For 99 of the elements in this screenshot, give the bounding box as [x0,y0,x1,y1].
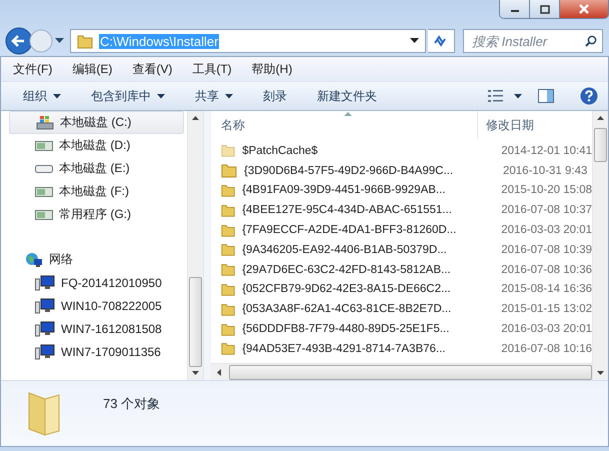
column-header[interactable]: 修改日期 [478,116,534,134]
toolbar-button[interactable]: 新建文件夹 [309,84,385,108]
system-drive-icon [36,115,54,130]
file-name: $PatchCache$ [242,144,319,157]
address-path: C:\Windows\Installer [99,34,220,48]
caret-icon [157,94,165,98]
network-item[interactable]: 网络 [9,248,184,271]
file-name: {052CFB79-9D62-42E3-8A15-DE66C2... [242,283,452,296]
menu-item[interactable]: 查看(V) [132,60,172,78]
file-name: {94AD53E7-493B-4291-8714-7A3B76... [242,342,447,355]
file-row[interactable]: {3D90D6B4-57F5-49D2-966D-B4A99C... 2016-10-31 9:43 [211,160,592,181]
file-row[interactable]: $PatchCache$ 2014-12-01 10:41 [211,141,592,161]
scrollbar[interactable] [187,111,203,380]
file-name: {29A7D6EC-63C2-42FD-8143-5812AB... [242,264,452,276]
address-dropdown-icon[interactable] [410,38,419,44]
file-date: 2015-01-15 13:02 [501,303,592,316]
drive-icon [35,140,53,150]
folder-icon [77,34,93,48]
close-button[interactable] [560,0,608,18]
file-date: 2014-12-01 10:41 [501,144,592,157]
close-icon [578,4,590,14]
toolbar-button[interactable]: 共享 [187,84,241,108]
menu-item[interactable]: 帮助(H) [252,60,292,78]
file-date: 2016-03-03 20:01 [501,323,592,336]
object-count: 73 个对象 [103,395,160,413]
view-caret-icon[interactable] [514,94,522,98]
scrollbar[interactable] [211,363,592,380]
maximize-button[interactable] [530,0,560,18]
scroll-down-icon[interactable] [597,371,604,375]
menu-item[interactable]: 工具(T) [192,60,232,78]
refresh-button[interactable] [428,29,455,53]
computer-icon [35,320,55,336]
computer-item[interactable]: WIN7-1612081508 [9,317,184,340]
file-date: 2016-03-03 20:01 [501,224,592,236]
computer-item[interactable]: WIN7-1709011356 [9,340,184,363]
computer-icon [35,298,55,314]
file-date: 2016-10-31 9:43 [503,164,588,177]
drive-icon [35,186,53,196]
file-name: {4BEE127E-95C4-434D-ABAC-651551... [242,204,453,216]
file-name: {053A3A8F-62A1-4C63-81CE-8B2E7D... [242,303,452,316]
scroll-up-icon[interactable] [597,116,604,120]
minimize-button[interactable] [500,0,530,18]
file-date: 2016-07-08 10:16 [501,342,592,355]
scrollbar[interactable] [592,111,608,380]
computer-icon [35,274,55,290]
search-icon [585,35,597,47]
computer-icon [35,344,55,360]
file-name: {56DDDFB8-7F79-4480-89D5-25E1F5... [242,323,450,336]
scroll-thumb[interactable] [594,128,607,162]
toolbar-button[interactable]: 刻录 [255,84,295,108]
scroll-left-icon[interactable] [217,368,221,376]
file-name: {3D90D6B4-57F5-49D2-966D-B4A99C... [244,164,454,177]
back-button[interactable] [5,27,33,55]
file-date: 2016-07-08 10:37 [501,204,592,216]
drive-item[interactable]: 常用程序 (G:) [9,203,184,226]
drive-item[interactable]: 本地磁盘 (F:) [9,180,184,203]
file-row[interactable]: {94AD53E7-493B-4291-8714-7A3B76... 2016-07-08 10:16 [211,338,592,359]
scroll-thumb[interactable] [229,364,592,380]
scroll-up-icon[interactable] [192,116,199,120]
maximize-icon [540,4,550,14]
view-list-icon[interactable] [488,90,504,102]
drive-item[interactable]: 本地磁盘 (C:) [9,111,184,134]
menu-item[interactable]: 编辑(E) [72,60,112,78]
file-row[interactable]: {4B91FA09-39D9-4451-966B-9929AB... 2015-10-20 15:08 [211,180,592,200]
menu-item[interactable]: 文件(F) [13,60,52,78]
file-row[interactable]: {052CFB79-9D62-42E3-8A15-DE66C2... 2015-08-14 16:36 [211,280,592,300]
file-row[interactable]: {7FA9ECCF-A2DE-4DA1-BFF3-81260D... 2016-03-03 20:01 [211,220,592,240]
file-row[interactable]: {053A3A8F-62A1-4C63-81CE-8B2E7D... 2015-01-15 13:02 [211,299,592,320]
help-icon[interactable] [580,87,598,105]
file-date: 2016-07-08 10:39 [501,244,592,256]
toolbar-button[interactable]: 组织 [15,84,69,108]
history-caret-icon[interactable] [55,38,64,44]
drive-item[interactable]: 本地磁盘 (D:) [9,134,184,157]
file-name: {7FA9ECCF-A2DE-4DA1-BFF3-81260D... [242,224,458,236]
computer-item[interactable]: FQ-201412010950 [9,271,184,294]
file-name: {4B91FA09-39D9-4451-966B-9929AB... [242,184,446,196]
file-name: {9A346205-EA92-4406-B1AB-50379D... [242,244,448,256]
preview-pane-icon[interactable] [538,89,554,103]
network-icon [25,252,43,268]
file-date: 2015-08-14 16:36 [501,283,592,296]
search-field[interactable]: 搜索 Installer [463,29,603,53]
file-date: 2016-07-08 10:36 [501,264,592,276]
scroll-thumb[interactable] [189,277,202,367]
file-date: 2015-10-20 15:08 [501,184,592,196]
drive-item[interactable]: 本地磁盘 (E:) [9,157,184,180]
file-row[interactable]: {9A346205-EA92-4406-B1AB-50379D... 2016-07-08 10:39 [211,240,592,260]
scroll-down-icon[interactable] [192,371,199,375]
column-header[interactable]: 名称 [211,111,478,139]
drive-icon [35,210,53,220]
sort-arrow-icon [344,112,352,116]
caret-icon [53,94,61,98]
computer-item[interactable]: WIN10-708222005 [9,294,184,317]
file-row[interactable]: {29A7D6EC-63C2-42FD-8143-5812AB... 2016-07-08 10:36 [211,260,592,280]
toolbar-button[interactable]: 包含到库中 [83,84,173,108]
caret-icon [225,94,233,98]
drive-icon [35,164,53,172]
file-row[interactable]: {4BEE127E-95C4-434D-ABAC-651551... 2016-07-08 10:37 [211,200,592,220]
file-row[interactable]: {56DDDFB8-7F79-4480-89D5-25E1F5... 2016-03-03 20:01 [211,319,592,339]
forward-button[interactable] [29,29,53,53]
